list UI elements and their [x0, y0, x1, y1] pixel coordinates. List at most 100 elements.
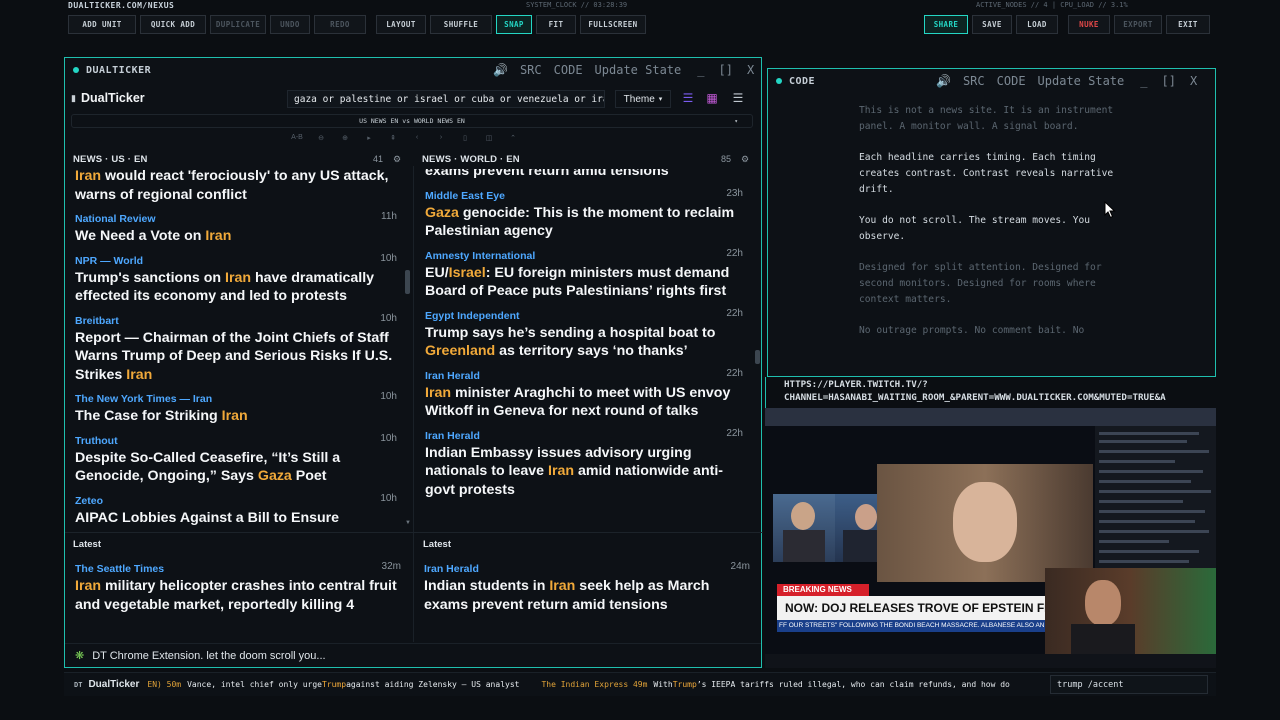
menu-icon[interactable]: ☰ [731, 91, 745, 105]
news-source[interactable]: Breitbart [75, 313, 399, 329]
speaker-icon[interactable]: 🔊 [936, 74, 951, 88]
news-headline[interactable]: The Case for Striking Iran [75, 407, 399, 426]
export-button[interactable]: EXPORT [1114, 15, 1162, 34]
settings-icon[interactable]: ⚙ [741, 154, 749, 165]
news-source[interactable]: NPR — World [75, 253, 399, 269]
news-source[interactable]: Zeteo [75, 493, 399, 509]
quick-add-button[interactable]: QUICK ADD [140, 15, 206, 34]
news-headline[interactable]: Iran minister Araghchi to meet with US e… [425, 384, 745, 421]
bookmark-icon[interactable]: ▯ [453, 134, 477, 146]
latest-item[interactable]: Iran Herald 24m Indian students in Iran se… [424, 560, 758, 620]
maximize-button[interactable]: [] [718, 63, 732, 77]
footer-text[interactable]: DT Chrome Extension. let the doom scroll… [92, 650, 325, 662]
redo-button[interactable]: REDO [314, 15, 366, 34]
exit-button[interactable]: EXIT [1166, 15, 1210, 34]
news-item[interactable]: Breitbart 10h Report — Chairman of the Joi… [75, 312, 405, 391]
src-button[interactable]: SRC [963, 74, 985, 88]
add-unit-button[interactable]: ADD UNIT [68, 15, 136, 34]
ticker-text[interactable]: With [653, 680, 672, 689]
code-viewport[interactable]: This is not a news site. It is an instru… [769, 95, 1214, 375]
maximize-button[interactable]: [] [1161, 74, 1175, 88]
update-state-button[interactable]: Update State [1038, 74, 1125, 88]
scroll-top-icon[interactable]: ⇞ [381, 134, 405, 146]
news-item[interactable]: Zeteo 10h AIPAC Lobbies Against a Bill to … [75, 492, 405, 532]
news-item[interactable]: Iran would react 'ferociously' to any US… [75, 169, 405, 210]
feed-compare-select[interactable]: US NEWS EN vs WORLD NEWS EN ▾ [71, 114, 753, 128]
news-headline[interactable]: Trump says he’s sending a hospital boat … [425, 324, 745, 361]
shuffle-button[interactable]: SHUFFLE [430, 15, 492, 34]
news-headline[interactable]: AIPAC Lobbies Against a Bill to Ensure [75, 509, 399, 528]
news-source[interactable]: Egypt Independent [425, 308, 745, 324]
news-source[interactable]: Iran Herald [424, 561, 752, 577]
fullscreen-button[interactable]: FULLSCREEN [580, 15, 646, 34]
filter-icon[interactable]: ☰ [681, 91, 695, 105]
minimize-button[interactable]: _ [697, 63, 704, 77]
snap-button[interactable]: SNAP [496, 15, 532, 34]
news-source[interactable]: The Seattle Times [75, 561, 403, 577]
latest-right[interactable]: Iran Herald 24m Indian students in Iran se… [424, 560, 758, 640]
news-source[interactable]: Amnesty International [425, 248, 745, 264]
save-button[interactable]: SAVE [972, 15, 1012, 34]
fit-button[interactable]: FIT [536, 15, 576, 34]
news-item[interactable]: Middle East Eye 23h Gaza genocide: This is… [425, 187, 751, 247]
news-headline[interactable]: Iran would react 'ferociously' to any US… [75, 169, 399, 204]
close-button[interactable]: X [747, 63, 754, 77]
update-state-button[interactable]: Update State [595, 63, 682, 77]
code-button[interactable]: CODE [554, 63, 583, 77]
news-item[interactable]: exams prevent return amid tensions [425, 169, 751, 187]
news-headline[interactable]: We Need a Vote on Iran [75, 227, 399, 246]
news-source[interactable]: Truthout [75, 433, 399, 449]
search-input[interactable]: gaza or palestine or israel or cuba or v… [287, 90, 605, 108]
twitch-chat[interactable] [1095, 426, 1216, 578]
close-button[interactable]: X [1190, 74, 1197, 88]
news-headline[interactable]: Despite So-Called Ceasefire, “It’s Still… [75, 449, 399, 486]
speaker-icon[interactable]: 🔊 [493, 63, 508, 77]
news-headline[interactable]: Trump's sanctions on Iran have dramatica… [75, 269, 399, 306]
news-headline[interactable]: Report — Chairman of the Joint Chiefs of… [75, 329, 399, 385]
news-headline[interactable]: exams prevent return amid tensions [425, 169, 745, 181]
undo-button[interactable]: UNDO [270, 15, 310, 34]
news-source[interactable]: Middle East Eye [425, 188, 745, 204]
news-item[interactable]: Iran Herald 22h Iran minister Araghchi to … [425, 367, 751, 427]
news-item[interactable]: Amnesty International 22h EU/Israel: EU fo… [425, 247, 751, 307]
code-button[interactable]: CODE [997, 74, 1026, 88]
news-headline[interactable]: Indian students in Iran seek help as Mar… [424, 577, 752, 614]
settings-icon[interactable]: ⚙ [393, 154, 401, 165]
latest-item[interactable]: The Seattle Times 32m Iran military helico… [75, 560, 409, 620]
news-item[interactable]: National Review 11h We Need a Vote on Iran [75, 210, 405, 252]
ticker-filter-input[interactable]: trump /accent [1050, 675, 1208, 694]
share-button[interactable]: SHARE [924, 15, 968, 34]
news-item[interactable]: Egypt Independent 22h Trump says he’s send… [425, 307, 751, 367]
news-source[interactable]: The New York Times — Iran [75, 391, 399, 407]
latest-left[interactable]: The Seattle Times 32m Iran military helico… [75, 560, 409, 640]
news-source[interactable]: Iran Herald [425, 428, 745, 444]
news-item[interactable]: NPR — World 10h Trump's sanctions on Iran … [75, 252, 405, 312]
news-headline[interactable]: Indian Embassy issues advisory urging na… [425, 444, 745, 500]
theme-select[interactable]: Theme ▾ [615, 90, 671, 108]
ticker-text[interactable]: Vance, intel chief only urge [187, 680, 322, 689]
news-source[interactable]: Iran Herald [425, 368, 745, 384]
ab-tool[interactable]: A-B [285, 134, 309, 146]
zoom-out-icon[interactable]: ⊖ [309, 134, 333, 146]
us-news-feed[interactable]: Iran would react 'ferociously' to any US… [75, 169, 405, 531]
news-source[interactable]: National Review [75, 211, 399, 227]
next-icon[interactable]: › [429, 134, 453, 146]
scroll-down-icon[interactable]: ▼ [405, 520, 411, 526]
twitch-video[interactable]: BREAKING NEWS NOW: DOJ RELEASES TROVE OF… [765, 408, 1216, 668]
src-button[interactable]: SRC [520, 63, 542, 77]
layout-button[interactable]: LAYOUT [376, 15, 426, 34]
load-button[interactable]: LOAD [1016, 15, 1058, 34]
minimize-button[interactable]: _ [1140, 74, 1147, 88]
news-headline[interactable]: EU/Israel: EU foreign ministers must dem… [425, 264, 745, 301]
collapse-icon[interactable]: ⌃ [501, 134, 525, 146]
play-icon[interactable]: ▸ [357, 134, 381, 146]
grid-icon[interactable]: ▦ [705, 91, 719, 105]
prev-icon[interactable]: ‹ [405, 134, 429, 146]
zoom-in-icon[interactable]: ⊕ [333, 134, 357, 146]
news-item[interactable]: Truthout 10h Despite So-Called Ceasefire, … [75, 432, 405, 492]
news-item[interactable]: The New York Times — Iran 10h The Case for… [75, 390, 405, 432]
nuke-button[interactable]: NUKE [1068, 15, 1110, 34]
duplicate-button[interactable]: DUPLICATE [210, 15, 266, 34]
left-scrollbar[interactable] [405, 270, 410, 294]
world-news-feed[interactable]: exams prevent return amid tensions Middle… [425, 169, 751, 531]
